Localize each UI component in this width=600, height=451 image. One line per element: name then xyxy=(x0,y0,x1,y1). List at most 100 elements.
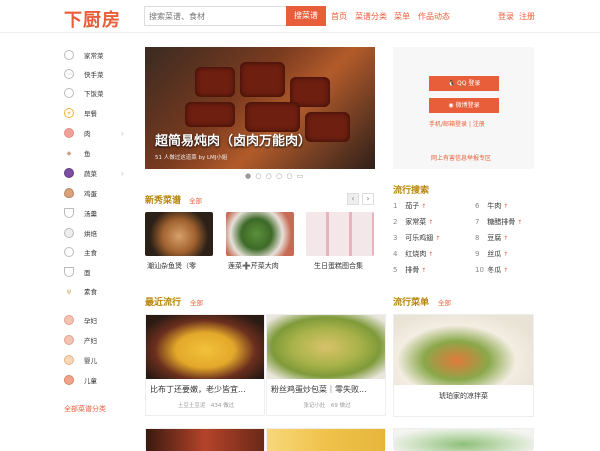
popular-menu-title: 流行菜单 xyxy=(393,298,430,308)
hot-search-item[interactable]: 3 可乐鸡翅 ↑ xyxy=(393,233,440,243)
panel-register-link[interactable]: 注册 xyxy=(473,121,485,128)
sidebar-item-noodles[interactable]: 面 xyxy=(64,263,130,281)
hero-banner[interactable]: 超简易炖肉（卤肉万能肉） xyxy=(145,47,375,169)
qq-icon: 🐧 xyxy=(447,80,456,87)
card-title[interactable]: 比布丁还要嫩，老少皆宜... xyxy=(150,384,262,395)
sidebar-item-meat[interactable]: 肉 › xyxy=(64,124,130,142)
nav-home[interactable]: 首页 xyxy=(331,11,347,22)
trending-title: 最近流行 xyxy=(145,298,182,308)
sidebar-item-soup[interactable]: 汤羹 xyxy=(64,204,130,222)
recipe-card[interactable]: 粉丝鸡蛋炒包菜｜零失败... 张记小灶 69 做过 xyxy=(266,314,386,416)
report-link[interactable]: 网上有害信息举报专区 xyxy=(431,153,491,162)
site-logo[interactable]: 下厨房 xyxy=(64,6,121,32)
hot-search-item[interactable]: 4 红烧肉 ↑ xyxy=(393,249,433,259)
carousel-dots[interactable]: ● ○ ○ ○ ○ ▭ xyxy=(245,172,304,180)
hot-search-item[interactable]: 7 糖醋排骨 ↑ xyxy=(475,217,522,227)
sidebar-item-infant[interactable]: 婴儿 xyxy=(64,351,130,369)
egg-icon xyxy=(64,188,74,198)
hero-title[interactable]: 超简易炖肉（卤肉万能肉） xyxy=(155,130,311,149)
top-header: 下厨房 搜菜谱 首页 菜谱分类 菜单 作品动态 登录 注册 xyxy=(0,0,600,33)
hot-search-item[interactable]: 8 豆腐 ↑ xyxy=(475,233,508,243)
sidebar-item-vegetarian[interactable]: ψ 素食 xyxy=(64,282,130,300)
hot-search-item[interactable]: 2 家常菜 ↑ xyxy=(393,217,433,227)
up-arrow-icon: ↑ xyxy=(517,219,523,226)
up-arrow-icon: ↑ xyxy=(421,267,427,274)
all-categories-link[interactable]: 全部菜谱分类 xyxy=(64,404,106,414)
card-title[interactable]: 粉丝鸡蛋炒包菜｜零失败... xyxy=(271,384,383,395)
phone-login-link[interactable]: 手机/邮箱登录 xyxy=(429,121,467,128)
cake-icon xyxy=(64,228,74,238)
sidebar-item-baking[interactable]: 烘焙 xyxy=(64,224,130,242)
popular-menu-all[interactable]: 全部 xyxy=(438,297,451,307)
hot-search-item[interactable]: 9 丝瓜 ↑ xyxy=(475,249,508,259)
prev-arrow-icon[interactable]: ‹ xyxy=(347,193,359,205)
hot-search-item[interactable]: 10 冬瓜 ↑ xyxy=(475,265,508,275)
recipe-title[interactable]: 生日蛋糕图合集 xyxy=(314,261,382,271)
search-input[interactable] xyxy=(144,6,286,26)
sun-icon: ☀ xyxy=(64,108,74,118)
up-arrow-icon: ↑ xyxy=(435,235,441,242)
sidebar-item-rice-dishes[interactable]: 下饭菜 xyxy=(64,84,130,102)
up-arrow-icon: ↑ xyxy=(428,251,434,258)
menu-card[interactable]: 琥珀家的凉拌菜 xyxy=(393,314,534,417)
trending-all[interactable]: 全部 xyxy=(190,297,203,307)
sidebar-item-eggs[interactable]: 鸡蛋 xyxy=(64,184,130,202)
search-button[interactable]: 搜菜谱 xyxy=(286,6,326,26)
menu-card[interactable] xyxy=(393,428,534,451)
qq-login-button[interactable]: 🐧 QQ 登录 xyxy=(429,76,499,91)
login-panel: 🐧 QQ 登录 ◉ 微博登录 手机/邮箱登录 | 注册 网上有害信息举报专区 xyxy=(393,47,534,169)
sidebar-item-children[interactable]: 儿童 xyxy=(64,371,130,389)
up-arrow-icon: ↑ xyxy=(428,219,434,226)
up-arrow-icon: ↑ xyxy=(503,267,509,274)
pregnant-icon xyxy=(64,315,74,325)
register-link[interactable]: 注册 xyxy=(519,11,535,22)
clock-icon: ⋯ xyxy=(64,69,74,79)
nav-categories[interactable]: 菜谱分类 xyxy=(355,11,387,22)
chevron-right-icon: › xyxy=(120,168,124,178)
plate-icon xyxy=(64,50,74,60)
next-arrow-icon[interactable]: › xyxy=(362,193,374,205)
sidebar-item-postpartum[interactable]: 产妇 xyxy=(64,331,130,349)
sidebar-item-quick[interactable]: ⋯ 快手菜 xyxy=(64,65,130,83)
recipe-thumb[interactable] xyxy=(306,212,374,256)
recipe-thumb[interactable] xyxy=(226,212,294,256)
fish-icon: ◆ xyxy=(66,149,72,157)
vegetable-icon xyxy=(64,168,74,178)
recipe-thumb[interactable] xyxy=(145,212,213,256)
weibo-icon: ◉ xyxy=(448,102,454,109)
up-arrow-icon: ↑ xyxy=(503,251,509,258)
soup-icon xyxy=(64,208,74,218)
wheat-icon: ψ xyxy=(67,287,71,295)
recipe-card[interactable]: 比布丁还要嫩，老少皆宜... 土豆土豆泥 434 做过 xyxy=(145,314,265,416)
hot-search-item[interactable]: 6 牛肉 ↑ xyxy=(475,201,508,211)
new-recipes-all[interactable]: 全部 xyxy=(189,195,202,205)
hot-search-item[interactable]: 5 排骨 ↑ xyxy=(393,265,426,275)
sidebar-item-breakfast[interactable]: ☀ 早餐 xyxy=(64,104,130,122)
sidebar-item-vegetables[interactable]: 蔬菜 › xyxy=(64,164,130,182)
sidebar-item-fish[interactable]: ◆ 鱼 xyxy=(64,144,130,162)
hot-search-item[interactable]: 1 茄子 ↑ xyxy=(393,201,426,211)
baby-icon xyxy=(64,355,74,365)
recipe-card[interactable] xyxy=(145,428,265,451)
recipe-title[interactable]: 莲菜➕芹菜大肉 xyxy=(228,261,296,271)
sidebar-item-staples[interactable]: 主食 xyxy=(64,243,130,261)
nav-activity[interactable]: 作品动态 xyxy=(418,11,450,22)
hero-meta: 51 人做过这道菜 by LMJ小姐 xyxy=(155,155,228,161)
up-arrow-icon: ↑ xyxy=(503,203,509,210)
weibo-login-button[interactable]: ◉ 微博登录 xyxy=(429,98,499,113)
child-icon xyxy=(64,375,74,385)
recipe-card[interactable] xyxy=(266,428,386,451)
card-meta: 张记小灶 69 做过 xyxy=(303,403,351,409)
pig-icon xyxy=(64,128,74,138)
login-link[interactable]: 登录 xyxy=(498,11,514,22)
sidebar-item-pregnant[interactable]: 孕妇 xyxy=(64,311,130,329)
chevron-right-icon: › xyxy=(120,128,124,138)
menu-card-title[interactable]: 琥珀家的凉拌菜 xyxy=(394,391,533,401)
nav-menus[interactable]: 菜单 xyxy=(394,11,410,22)
recipe-title[interactable]: 潮汕杂鱼煲（零 xyxy=(147,261,215,271)
login-links: 手机/邮箱登录 | 注册 xyxy=(429,121,485,128)
rice-icon xyxy=(64,247,74,257)
sidebar-item-home-cooking[interactable]: 家常菜 xyxy=(64,46,130,64)
bowl-icon xyxy=(64,88,74,98)
mother-icon xyxy=(64,335,74,345)
